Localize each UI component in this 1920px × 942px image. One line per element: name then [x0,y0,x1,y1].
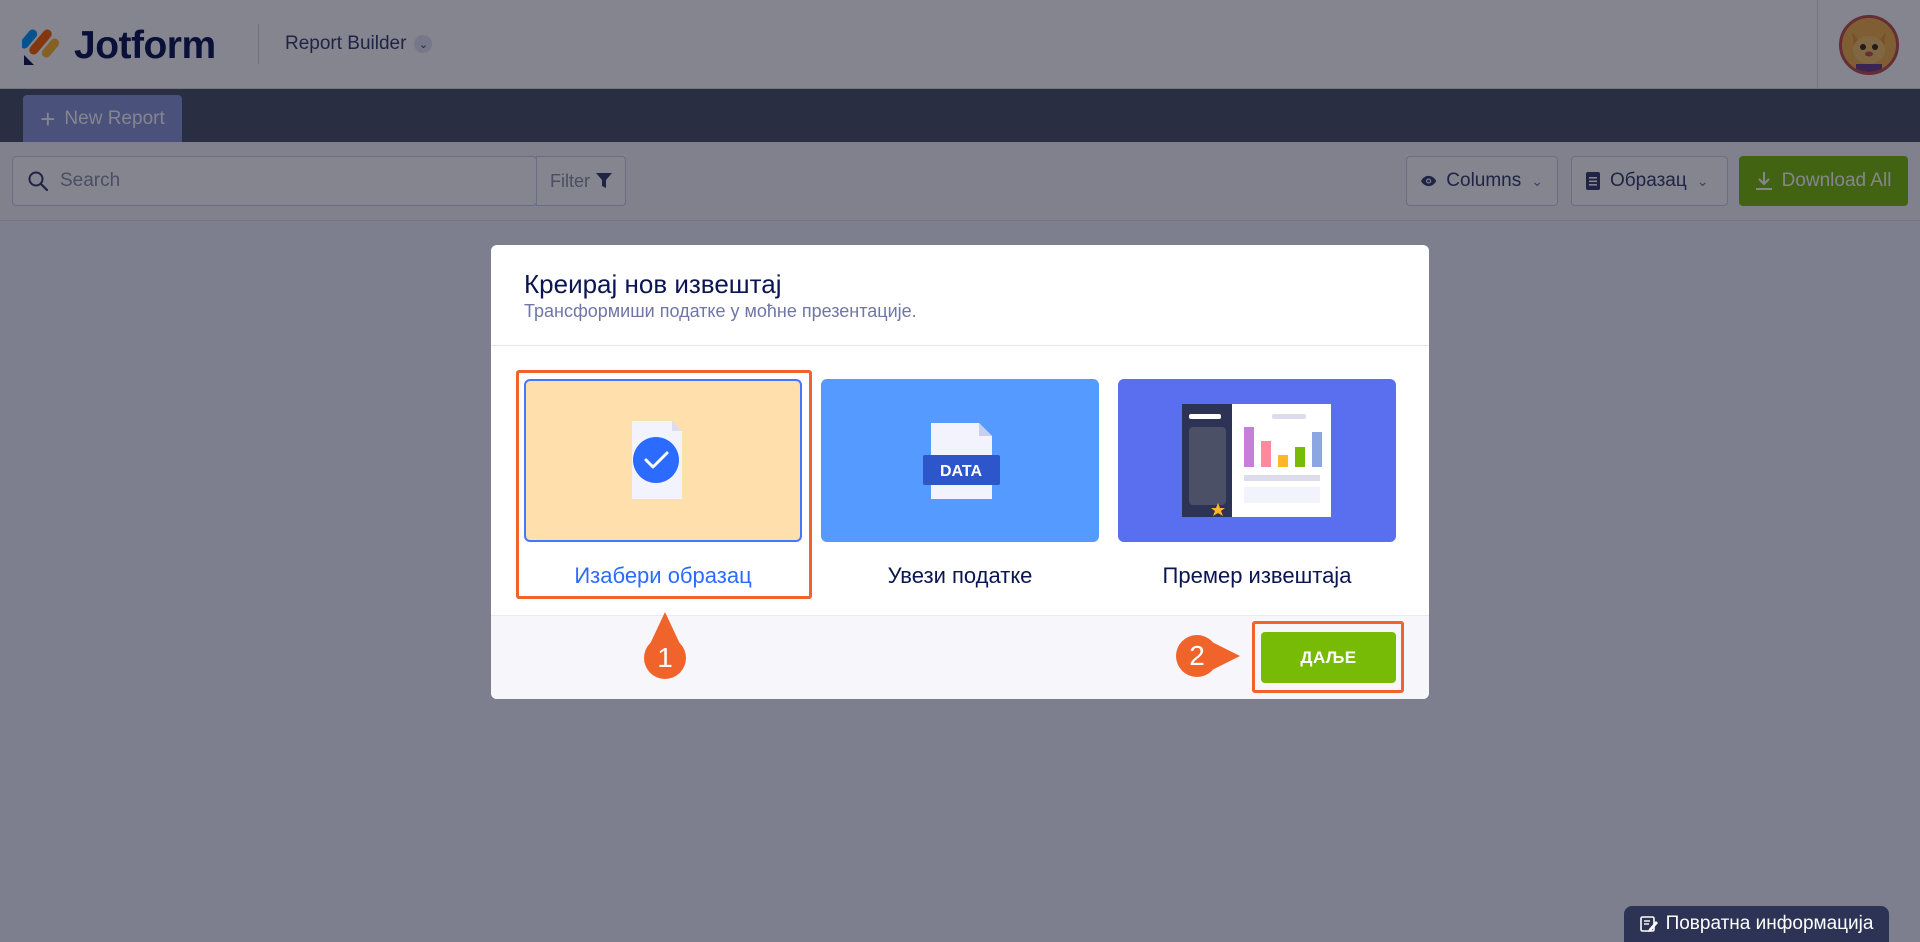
report-sample-icon [1182,404,1331,517]
modal-title: Креирај нов извештај [524,269,782,299]
modal-header: Креирај нов извештај Трансформиши податк… [491,245,1429,346]
edit-note-icon [1639,916,1658,932]
pointer-right-arrow [1212,642,1240,670]
highlight-option-choose-template [516,370,812,599]
step-marker-1: 1 [644,637,686,679]
option-sample-report[interactable]: Премер извештаја [1118,379,1396,607]
option-image [1118,379,1396,542]
modal-subtitle: Трансформиши податке у моћне презентациј… [524,301,917,321]
option-label: Увези податке [887,563,1033,588]
data-file-text: DATA [940,463,983,480]
option-label: Премер извештаја [1162,563,1352,588]
feedback-label: Повратна информација [1665,913,1874,934]
data-file-icon: DATA [923,423,1000,499]
option-import-data[interactable]: DATA Увези податке [821,379,1099,607]
option-image: DATA [821,379,1099,542]
highlight-next-button [1252,621,1404,693]
feedback-button[interactable]: Повратна информација [1624,906,1889,942]
